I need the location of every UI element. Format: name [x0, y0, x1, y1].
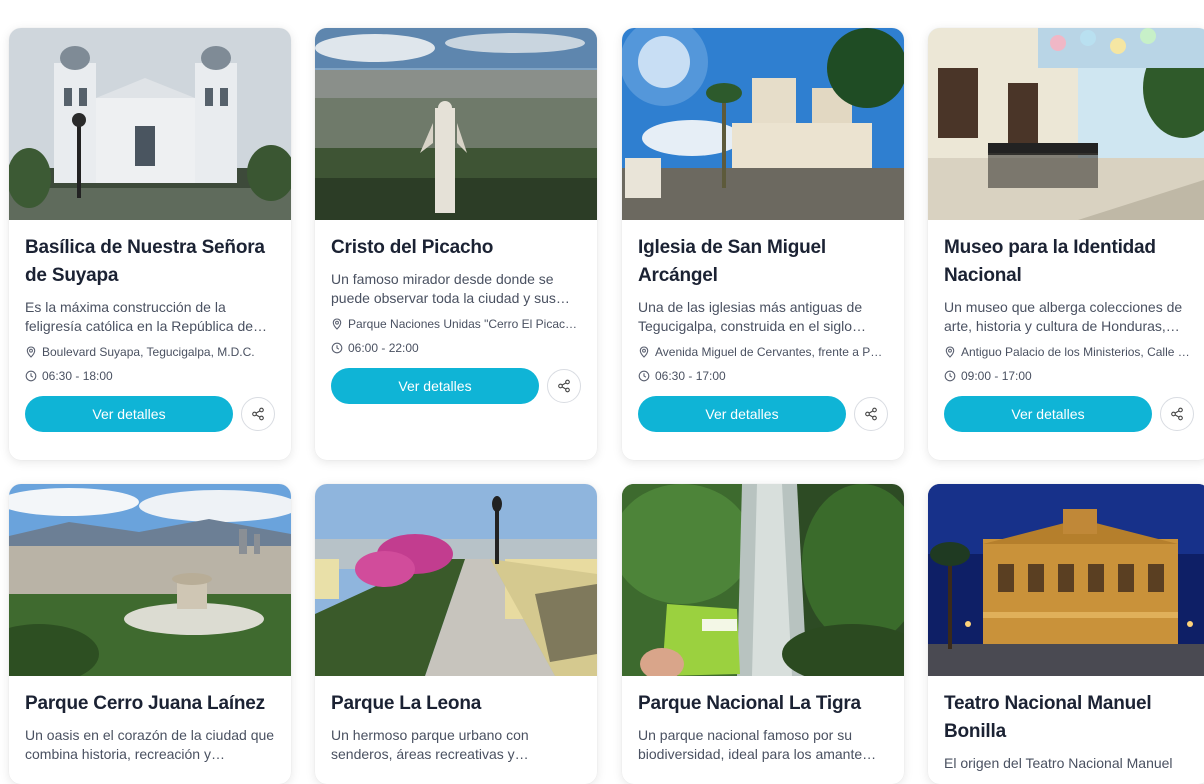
card-description: Un famoso mirador desde donde se puede o…	[331, 271, 570, 306]
share-icon	[865, 407, 877, 421]
map-pin-icon	[945, 346, 955, 358]
card-description: Un oasis en el corazón de la ciudad que …	[25, 727, 275, 762]
teatro-photo[interactable]	[928, 484, 1204, 676]
clock-icon	[331, 342, 343, 354]
card-hours: 06:30 - 17:00	[638, 368, 888, 384]
share-icon	[252, 407, 264, 421]
attraction-card: Basílica de Nuestra Señora de Suyapa Es …	[9, 28, 291, 460]
map-pin-icon	[26, 346, 36, 358]
attraction-card: Iglesia de San Miguel Arcángel Una de la…	[622, 28, 904, 460]
card-address: Boulevard Suyapa, Tegucigalpa, M.D.C.	[25, 344, 275, 360]
la-leona-photo[interactable]	[315, 484, 597, 676]
card-address: Avenida Miguel de Cervantes, frente a P…	[638, 344, 888, 360]
card-description: Una de las iglesias más antiguas de Tegu…	[638, 299, 867, 334]
card-title: Iglesia de San Miguel Arcángel	[638, 237, 826, 286]
museo-photo[interactable]	[928, 28, 1204, 220]
map-pin-icon	[639, 346, 649, 358]
card-title: Teatro Nacional Manuel Bonilla	[944, 693, 1152, 742]
cristo-picacho-photo[interactable]	[315, 28, 597, 220]
share-icon	[1171, 407, 1183, 421]
card-title: Parque Nacional La Tigra	[638, 693, 861, 714]
card-title: Parque La Leona	[331, 693, 482, 714]
card-description: Un hermoso parque urbano con senderos, á…	[331, 727, 529, 762]
attractions-grid: Basílica de Nuestra Señora de Suyapa Es …	[0, 0, 1204, 784]
card-title: Cristo del Picacho	[331, 237, 494, 258]
attraction-card: Museo para la Identidad Nacional Un muse…	[928, 28, 1204, 460]
attraction-card: Parque Cerro Juana Laínez Un oasis en el…	[9, 484, 291, 784]
card-hours: 06:30 - 18:00	[25, 368, 275, 384]
share-button[interactable]	[241, 397, 275, 431]
card-description: Un parque nacional famoso por su biodive…	[638, 727, 877, 762]
share-icon	[558, 379, 570, 393]
card-description: El origen del Teatro Nacional Manuel	[944, 755, 1173, 771]
details-button[interactable]: Ver detalles	[25, 396, 233, 432]
card-title: Museo para la Identidad Nacional	[944, 237, 1156, 286]
clock-icon	[25, 370, 37, 382]
attraction-card: Teatro Nacional Manuel Bonilla El origen…	[928, 484, 1204, 784]
card-title: Parque Cerro Juana Laínez	[25, 693, 265, 714]
share-button[interactable]	[854, 397, 888, 431]
attraction-card: Parque Nacional La Tigra Un parque nacio…	[622, 484, 904, 784]
attraction-card: Parque La Leona Un hermoso parque urbano…	[315, 484, 597, 784]
card-description: Un museo que alberga colecciones de arte…	[944, 299, 1183, 334]
la-tigra-photo[interactable]	[622, 484, 904, 676]
clock-icon	[944, 370, 956, 382]
share-button[interactable]	[547, 369, 581, 403]
card-title: Basílica de Nuestra Señora de Suyapa	[25, 237, 265, 286]
details-button[interactable]: Ver detalles	[331, 368, 539, 404]
card-description: Es la máxima construcción de la feligres…	[25, 299, 268, 334]
iglesia-photo[interactable]	[622, 28, 904, 220]
map-pin-icon	[332, 318, 342, 330]
card-address: Parque Naciones Unidas "Cerro El Picach…	[331, 316, 581, 332]
card-address: Antiguo Palacio de los Ministerios, Call…	[944, 344, 1194, 360]
basilica-photo[interactable]	[9, 28, 291, 220]
card-hours: 09:00 - 17:00	[944, 368, 1194, 384]
details-button[interactable]: Ver detalles	[638, 396, 846, 432]
attraction-card: Cristo del Picacho Un famoso mirador des…	[315, 28, 597, 460]
juana-lainez-photo[interactable]	[9, 484, 291, 676]
card-hours: 06:00 - 22:00	[331, 340, 581, 356]
share-button[interactable]	[1160, 397, 1194, 431]
details-button[interactable]: Ver detalles	[944, 396, 1152, 432]
clock-icon	[638, 370, 650, 382]
